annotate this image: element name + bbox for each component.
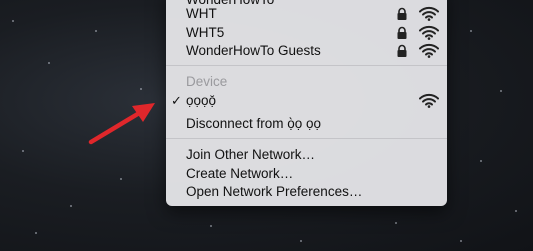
star <box>70 205 72 207</box>
network-label: WHT5 <box>186 25 225 40</box>
star <box>35 232 37 234</box>
star <box>300 240 302 242</box>
menu-item-label: Open Network Preferences… <box>186 184 363 199</box>
device-section-header: Device <box>166 72 447 91</box>
star <box>48 62 50 64</box>
star <box>460 240 462 242</box>
network-item-connected[interactable]: ✓ ọọọọ̆ <box>166 91 447 110</box>
network-label: ọọọọ̆ <box>186 93 217 108</box>
menu-item-label: Create Network… <box>186 166 294 181</box>
lock-icon <box>397 7 407 20</box>
star <box>22 150 24 152</box>
network-label: WonderHowTo Guests <box>186 43 321 58</box>
star <box>515 210 517 212</box>
network-item-wht5[interactable]: WHT5 <box>166 23 447 42</box>
network-item-wonderhowto-guests[interactable]: WonderHowTo Guests <box>166 41 447 60</box>
disconnect-label: Disconnect from ọ̀ọ ọọ <box>186 116 322 131</box>
star <box>470 30 472 32</box>
star <box>95 30 97 32</box>
lock-icon <box>397 44 407 57</box>
network-label: WHT <box>186 6 217 21</box>
network-item-wht[interactable]: WHT <box>166 4 447 23</box>
wifi-icon <box>419 43 439 58</box>
star <box>140 88 142 90</box>
section-header-label: Device <box>186 74 228 89</box>
menu-separator <box>166 65 447 66</box>
create-network-item[interactable]: Create Network… <box>166 164 447 183</box>
wifi-icon <box>419 25 439 40</box>
star <box>500 90 502 92</box>
star <box>12 20 14 22</box>
wifi-icon <box>419 93 439 108</box>
star <box>210 225 212 227</box>
menu-item-label: Join Other Network… <box>186 147 316 162</box>
join-other-network-item[interactable]: Join Other Network… <box>166 145 447 164</box>
star <box>120 178 122 180</box>
lock-icon <box>397 26 407 39</box>
wifi-menu: WonderHowTo WHT WHT5 WonderHowTo Guests <box>166 0 447 206</box>
open-network-preferences-item[interactable]: Open Network Preferences… <box>166 182 447 201</box>
checkmark-icon: ✓ <box>171 93 182 108</box>
star <box>480 160 482 162</box>
red-arrow-icon <box>88 103 155 145</box>
menu-separator <box>166 138 447 139</box>
star <box>395 222 397 224</box>
wifi-icon <box>419 6 439 21</box>
disconnect-menu-item[interactable]: Disconnect from ọ̀ọ ọọ <box>166 114 447 133</box>
